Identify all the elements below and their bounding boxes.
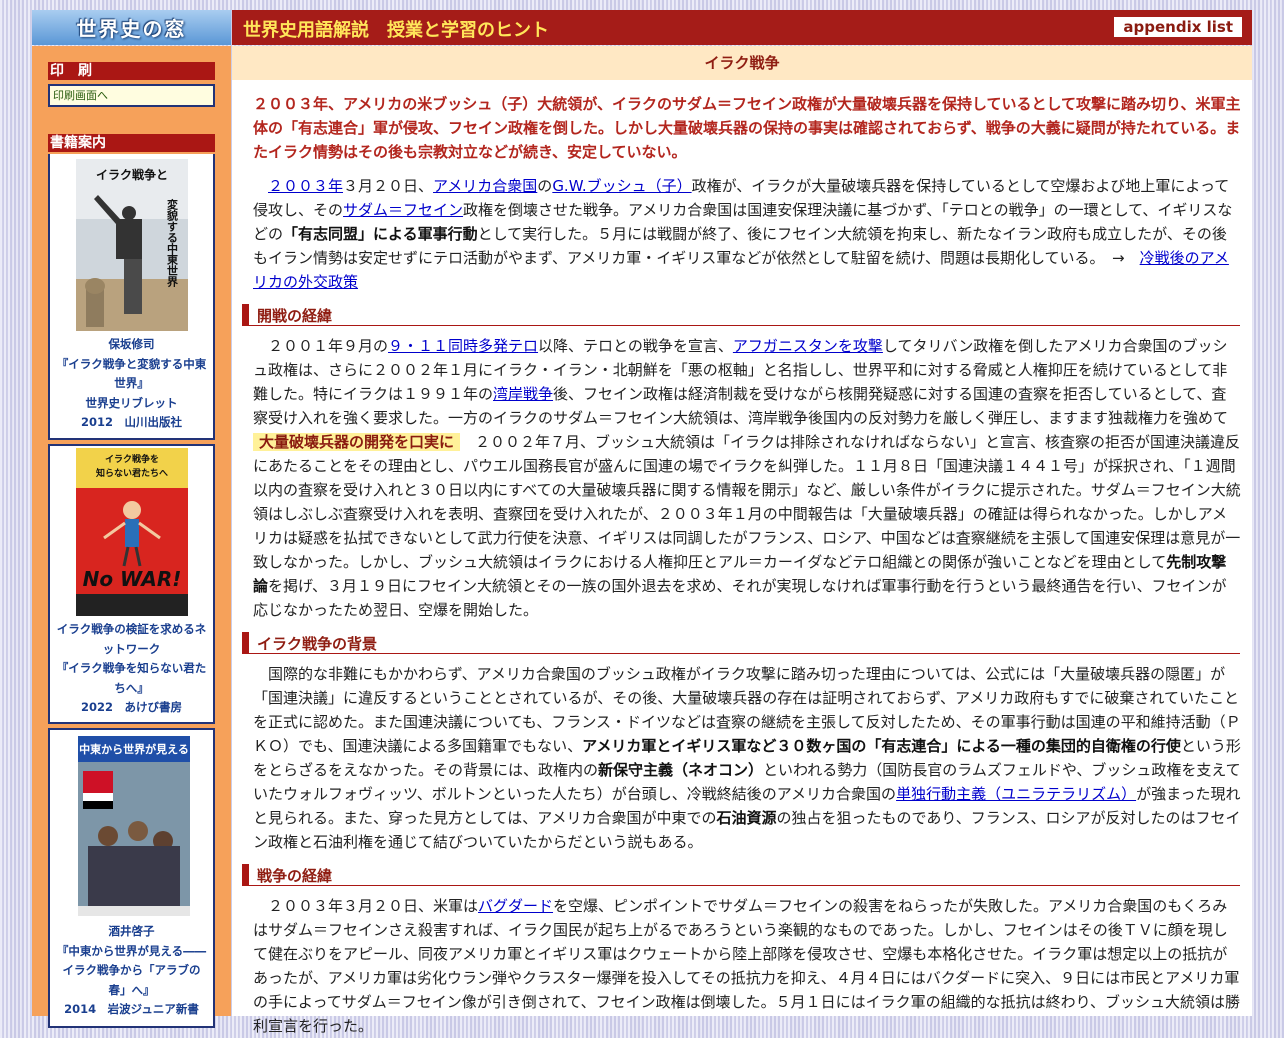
bold-oil: 石油資源 [716, 809, 777, 827]
page-title: イラク戦争 [232, 46, 1252, 80]
bold-neocon: 新保守主義（ネオコン） [598, 761, 764, 779]
link-gulf-war[interactable]: 湾岸戦争 [493, 385, 553, 403]
book-card-1[interactable]: イラク戦争と 変貌する中東世界 保坂修司 『イラク戦争と変貌する中東 世界』 世… [48, 154, 215, 440]
summary-text: ２００３年、アメリカの米ブッシュ（子）大統領が、イラクのサダム＝フセイン政権が大… [253, 95, 1241, 161]
highlight-label: 大量破壊兵器の開発を口実に [253, 433, 461, 451]
appendix-list-button[interactable]: appendix list [1114, 17, 1242, 37]
section-2-paragraph-1: 国際的な非難にもかかわらず、アメリカ合衆国のブッシュ政権がイラク攻撃に踏み切った… [253, 665, 1241, 851]
header-bar: 世界史用語解説 授業と学習のヒント appendix list [232, 10, 1252, 45]
bold-coalition-self-defense: アメリカ軍とイギリス軍など３０数ヶ国の「有志連合」による一種の集団的自衛権の行使 [582, 737, 1181, 755]
book-cover-3[interactable]: 中東から世界が見える [78, 736, 190, 916]
intro-paragraph: ２００３年３月２０日、アメリカ合衆国のG.W.ブッシュ（子）政権が、イラクが大量… [253, 177, 1233, 291]
section-1-paragraph-2: 大量破壊兵器の開発を口実に ２００２年７月、ブッシュ大統領は「イラクは排除されな… [253, 433, 1241, 619]
book-card-3[interactable]: 中東から世界が見える 酒井啓子 『中東から世界が見える―― イラク戦争から「アラ… [48, 728, 215, 1028]
link-2003[interactable]: ２００３年 [268, 177, 343, 195]
print-heading: 印 刷 [48, 62, 215, 80]
link-saddam[interactable]: サダム＝フセイン [343, 201, 463, 219]
book-cover-1[interactable]: イラク戦争と 変貌する中東世界 [76, 159, 188, 331]
book-card-2[interactable]: イラク戦争を 知らない君たちへ No WAR! イラク戦争の検証を求めるネ ット… [48, 444, 215, 724]
link-bush[interactable]: G.W.ブッシュ（子） [552, 177, 691, 195]
link-baghdad[interactable]: バグダード [478, 897, 553, 915]
link-911[interactable]: ９・１１同時多発テロ [388, 337, 538, 355]
book-caption-1: 保坂修司 『イラク戦争と変貌する中東 世界』 世界史リブレット 2012 山川出… [56, 337, 207, 429]
book-caption-2: イラク戦争の検証を求めるネ ットワーク 『イラク戦争を知らない君た ちへ』 20… [56, 622, 207, 714]
link-afghanistan[interactable]: アフガニスタンを攻撃 [733, 337, 883, 355]
book-cover-title-3: 中東から世界が見える [79, 742, 189, 756]
section-heading-3: 戦争の経緯 [242, 864, 1240, 886]
book-cover-slogan-2: No WAR! [83, 567, 182, 591]
link-unilateralism[interactable]: 単独行動主義（ユニラテラリズム） [896, 785, 1136, 803]
book-cover-title-1: イラク戦争と [96, 167, 168, 182]
sidebar: 印 刷 印刷画面へ 書籍案内 イラク戦争と 変貌する中東世界 保坂修司 『イラク… [32, 46, 231, 1028]
svg-text:イラク戦争を: イラク戦争を [105, 453, 159, 465]
print-page-link[interactable]: 印刷画面へ [48, 84, 215, 107]
svg-text:知らない君たちへ: 知らない君たちへ [95, 467, 168, 479]
site-title: 世界史用語解説 授業と学習のヒント [243, 20, 549, 41]
bold-coalition: 「有志同盟」による軍事行動 [283, 225, 478, 243]
section-heading-1: 開戦の経緯 [242, 304, 1240, 326]
book-cover-2[interactable]: イラク戦争を 知らない君たちへ No WAR! [76, 448, 188, 616]
link-usa[interactable]: アメリカ合衆国 [433, 177, 537, 195]
section-heading-2: イラク戦争の背景 [242, 632, 1240, 654]
logo-text: 世界史の窓 [76, 17, 187, 41]
books-heading: 書籍案内 [48, 134, 215, 152]
svg-text:変貌する中東世界: 変貌する中東世界 [166, 198, 180, 288]
main-content: イラク戦争 ２００３年、アメリカの米ブッシュ（子）大統領が、イラクのサダム＝フセ… [232, 46, 1252, 1035]
book-caption-3: 酒井啓子 『中東から世界が見える―― イラク戦争から「アラブの 春」へ』 201… [56, 924, 207, 1016]
section-3-paragraph-1: ２００３年３月２０日、米軍はバグダードを空爆、ピンポイントでサダム＝フセインの殺… [253, 897, 1241, 1035]
site-logo[interactable]: 世界史の窓 [32, 10, 231, 45]
